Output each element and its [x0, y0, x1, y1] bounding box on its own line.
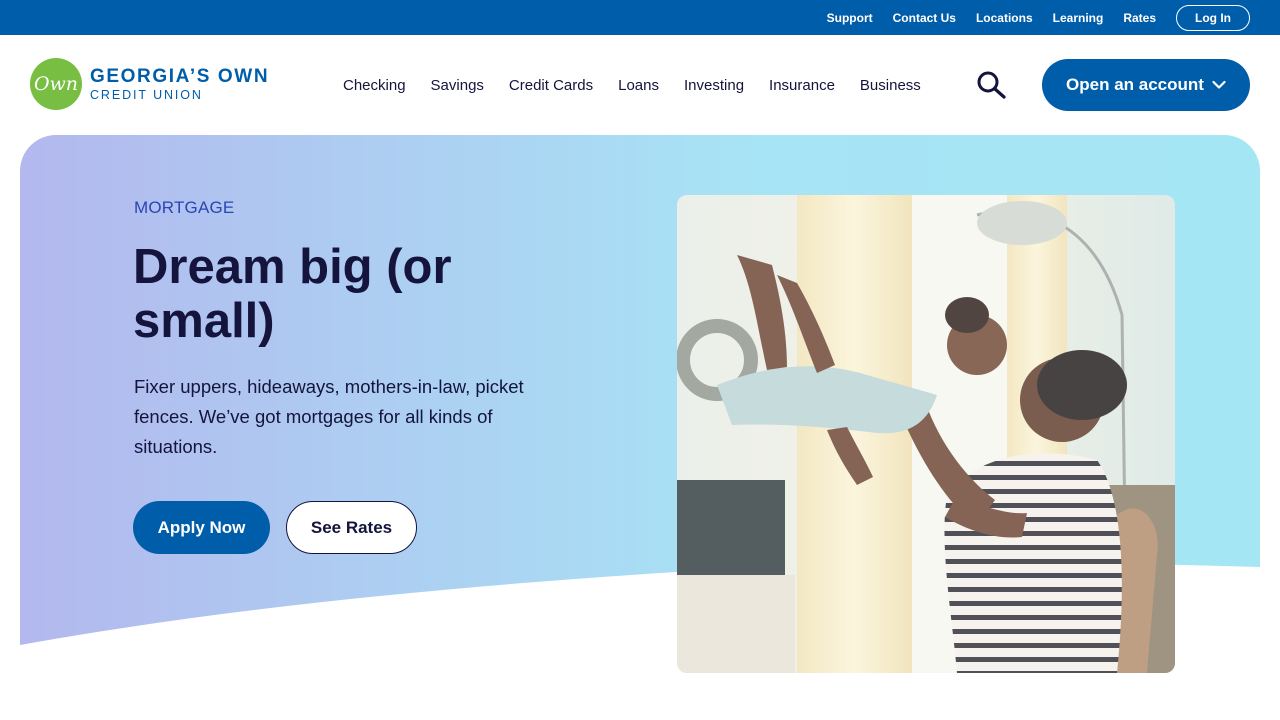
search-button[interactable]	[976, 71, 1008, 99]
open-account-button[interactable]: Open an account	[1042, 59, 1250, 111]
utility-link-support[interactable]: Support	[827, 11, 873, 25]
utility-bar: Support Contact Us Locations Learning Ra…	[0, 0, 1280, 35]
logo-mark: Own	[30, 58, 82, 110]
nav-item-savings[interactable]: Savings	[431, 77, 484, 94]
nav-item-investing[interactable]: Investing	[684, 77, 744, 94]
login-button[interactable]: Log In	[1176, 4, 1250, 31]
main-nav: Checking Savings Credit Cards Loans Inve…	[343, 35, 921, 135]
logo-name-line1: GEORGIA’S OWN	[90, 65, 270, 87]
utility-link-locations[interactable]: Locations	[976, 11, 1033, 25]
logo-wordmark: GEORGIA’S OWN CREDIT UNION	[90, 67, 269, 102]
hero-headline: Dream big (or small)	[133, 240, 452, 348]
nav-item-business[interactable]: Business	[860, 77, 921, 94]
nav-item-checking[interactable]: Checking	[343, 77, 406, 94]
search-icon	[977, 71, 1006, 99]
utility-link-learning[interactable]: Learning	[1053, 11, 1104, 25]
nav-item-credit-cards[interactable]: Credit Cards	[509, 77, 593, 94]
hero-description: Fixer uppers, hideaways, mothers-in-law,…	[134, 376, 524, 457]
apply-now-button[interactable]: Apply Now	[133, 501, 270, 554]
brand-logo[interactable]: Own GEORGIA’S OWN CREDIT UNION	[30, 58, 269, 110]
logo-name-line2: CREDIT UNION	[90, 87, 203, 102]
open-account-label: Open an account	[1066, 75, 1204, 94]
father-lifting-child-photo	[677, 195, 1175, 673]
see-rates-button[interactable]: See Rates	[286, 501, 417, 554]
chevron-down-icon	[1212, 80, 1226, 89]
hero-eyebrow: MORTGAGE	[134, 198, 235, 217]
utility-link-contact-us[interactable]: Contact Us	[893, 11, 956, 25]
hero-image	[677, 195, 1175, 673]
utility-link-rates[interactable]: Rates	[1123, 11, 1156, 25]
main-header: Own GEORGIA’S OWN CREDIT UNION Checking …	[0, 35, 1280, 135]
nav-item-loans[interactable]: Loans	[618, 77, 659, 94]
nav-item-insurance[interactable]: Insurance	[769, 77, 835, 94]
